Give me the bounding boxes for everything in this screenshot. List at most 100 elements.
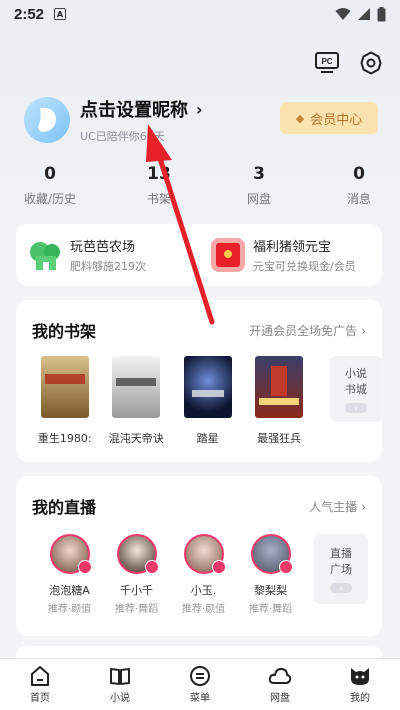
- tab-label: 我的: [350, 693, 370, 704]
- notification-icon: A: [54, 8, 67, 20]
- stat-value: 0: [44, 164, 56, 184]
- tab-menu[interactable]: 菜单: [160, 659, 240, 710]
- book-title: 重生1980:: [37, 432, 92, 445]
- book-item[interactable]: 重生1980:: [30, 356, 99, 446]
- novel-store-label-2: 书城: [344, 383, 367, 396]
- promo-title: 福利猪领元宝: [253, 240, 332, 255]
- avatar[interactable]: [24, 97, 70, 143]
- tab-label: 小说: [110, 693, 130, 704]
- streamer-avatar: [116, 534, 159, 574]
- stat-messages[interactable]: 0 消息: [300, 164, 400, 207]
- bottom-tab-bar: 首页 小说 菜单 网盘 我的: [0, 658, 400, 710]
- tab-label: 菜单: [190, 693, 210, 704]
- companion-days: UC已陪伴你62天: [80, 130, 165, 143]
- stat-value: 0: [353, 164, 365, 184]
- book-cover: [112, 356, 161, 418]
- live-card: 我的直播 人气主播 › 泡泡糖A 推荐·颜值 千小千 推荐·舞蹈 小玉. 推荐·颜…: [16, 476, 382, 636]
- streamer-name: 小玉.: [190, 584, 217, 597]
- streamer-tag: 推荐·舞蹈: [248, 604, 293, 615]
- live-plaza-label-2: 广场: [330, 563, 352, 576]
- book-cover: [255, 356, 304, 418]
- live-indicator-icon: [77, 560, 92, 574]
- promo-card: 玩芭芭农场 肥料够施219次 福利猪领元宝 元宝可兑换现金/会员: [16, 224, 382, 286]
- stat-value: 3: [253, 164, 265, 184]
- promo-pig[interactable]: 福利猪领元宝 元宝可兑换现金/会员: [199, 236, 382, 274]
- arrow-right-icon: ›: [344, 403, 367, 413]
- novel-store-button[interactable]: 小说 书城 ›: [329, 356, 382, 422]
- wifi-icon: [335, 8, 351, 20]
- vip-center-button[interactable]: ◆ 会员中心: [280, 102, 378, 134]
- vip-center-label: 会员中心: [310, 112, 363, 128]
- streamer-avatar: [250, 534, 293, 574]
- stat-value: 13: [147, 164, 171, 184]
- tab-novel[interactable]: 小说: [80, 659, 160, 710]
- stat-cloud-drive[interactable]: 3 网盘: [200, 164, 300, 207]
- tab-label: 网盘: [270, 693, 290, 704]
- signal-icon: [358, 8, 370, 20]
- menu-icon: [190, 666, 210, 686]
- status-time: 2:52: [14, 5, 45, 23]
- stat-label: 消息: [346, 192, 371, 206]
- promo-subtitle: 元宝可兑换现金/会员: [253, 260, 356, 273]
- pc-icon: PC: [315, 52, 339, 73]
- streamer-tag: 推荐·颜值: [47, 604, 92, 615]
- profile-cat-icon: [351, 668, 369, 685]
- arrow-right-icon: ›: [330, 583, 352, 593]
- tab-me[interactable]: 我的: [320, 659, 400, 710]
- home-icon: [31, 666, 49, 686]
- book-cover: [183, 356, 232, 418]
- streamer-name: 黎梨梨: [254, 584, 287, 597]
- live-plaza-label-1: 直播: [330, 547, 352, 560]
- stat-label: 书架: [146, 192, 171, 206]
- status-bar: 2:52 A: [0, 0, 400, 28]
- bookshelf-link-label: 开通会员全场免广告: [249, 323, 358, 338]
- chevron-right-icon: ›: [361, 323, 366, 338]
- nickname-link[interactable]: 点击设置昵称 ›: [80, 96, 203, 122]
- battery-icon: [377, 6, 386, 21]
- promo-title: 玩芭芭农场: [70, 240, 136, 255]
- stat-bookshelf[interactable]: 13 书架: [100, 164, 200, 207]
- streamer-item[interactable]: 黎梨梨 推荐·舞蹈: [237, 534, 304, 615]
- default-avatar-icon: [38, 107, 56, 132]
- live-indicator-icon: [144, 560, 159, 574]
- tab-label: 首页: [30, 693, 50, 704]
- bookshelf-ad-free-link[interactable]: 开通会员全场免广告 ›: [249, 322, 366, 339]
- promo-farm[interactable]: 玩芭芭农场 肥料够施219次: [16, 236, 199, 274]
- stat-favorites-history[interactable]: 0 收藏/历史: [0, 164, 100, 207]
- book-item[interactable]: 混沌天帝诀: [101, 356, 170, 446]
- red-envelope-icon: [211, 238, 245, 272]
- streamer-avatar: [183, 534, 226, 574]
- popular-streamers-link[interactable]: 人气主播 ›: [309, 498, 366, 515]
- promo-subtitle: 肥料够施219次: [70, 260, 146, 273]
- pc-mode-button[interactable]: PC: [314, 50, 340, 76]
- live-plaza-button[interactable]: 直播 广场 ›: [314, 534, 368, 604]
- novel-store-label-1: 小说: [344, 367, 367, 380]
- settings-button[interactable]: [358, 50, 384, 76]
- tab-cloud-drive[interactable]: 网盘: [240, 659, 320, 710]
- bookshelf-card: 我的书架 开通会员全场免广告 › 重生1980: 混沌天帝诀 踏星 最强狂兵 小…: [16, 300, 382, 462]
- live-indicator-icon: [211, 560, 226, 574]
- streamer-item[interactable]: 小玉. 推荐·颜值: [170, 534, 237, 615]
- live-title: 我的直播: [32, 498, 97, 517]
- diamond-icon: ◆: [295, 111, 305, 125]
- book-item[interactable]: 踏星: [173, 356, 242, 446]
- nickname-text: 点击设置昵称: [80, 100, 188, 121]
- book-item[interactable]: 最强狂兵: [244, 356, 313, 446]
- farm-house-icon: [28, 238, 62, 272]
- chevron-right-icon: ›: [196, 99, 203, 119]
- streamer-item[interactable]: 千小千 推荐·舞蹈: [103, 534, 170, 615]
- profile-header[interactable]: 点击设置昵称 › UC已陪伴你62天: [24, 96, 203, 144]
- bookshelf-title: 我的书架: [32, 322, 97, 341]
- chevron-right-icon: ›: [361, 499, 366, 514]
- stat-label: 收藏/历史: [23, 192, 77, 206]
- streamer-tag: 推荐·颜值: [181, 604, 226, 615]
- book-cover: [40, 356, 89, 418]
- book-title: 踏星: [196, 432, 219, 445]
- streamer-item[interactable]: 泡泡糖A 推荐·颜值: [36, 534, 103, 615]
- book-title: 混沌天帝诀: [108, 432, 164, 445]
- tab-home[interactable]: 首页: [0, 659, 80, 710]
- streamer-name: 泡泡糖A: [49, 584, 90, 597]
- streamer-tag: 推荐·舞蹈: [114, 604, 159, 615]
- live-indicator-icon: [278, 560, 293, 574]
- book-icon: [110, 668, 130, 685]
